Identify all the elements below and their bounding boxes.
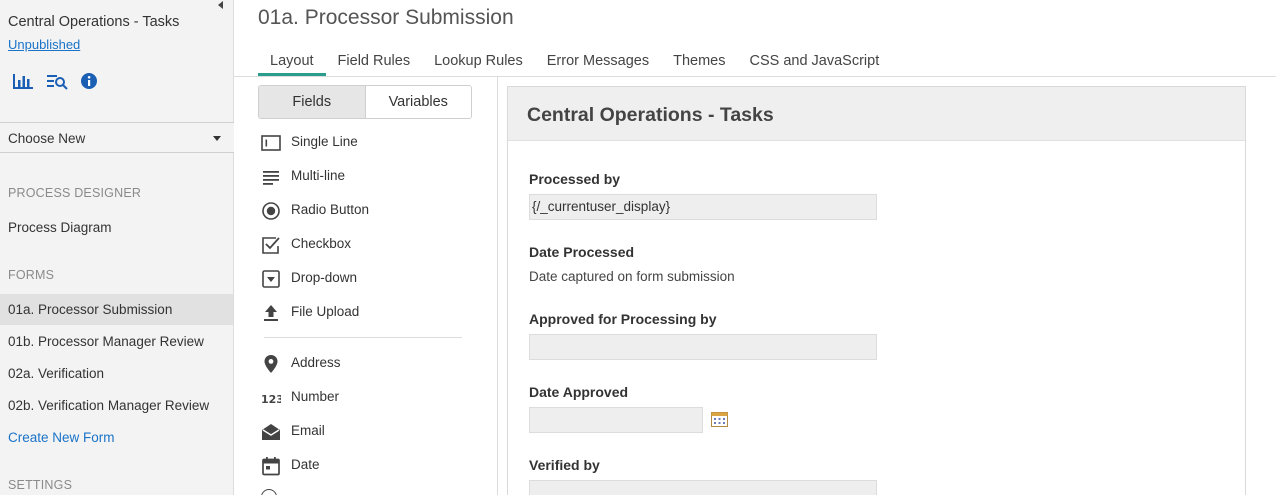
info-icon[interactable] — [80, 72, 102, 90]
tab-error-messages[interactable]: Error Messages — [535, 44, 661, 76]
tab-themes[interactable]: Themes — [661, 44, 737, 76]
processed-by-input[interactable]: {/_currentuser_display} — [529, 194, 877, 220]
svg-text:123: 123 — [261, 393, 281, 406]
palette-item-date[interactable]: Date — [258, 453, 468, 479]
palette-item-radio-button[interactable]: Radio Button — [258, 198, 468, 224]
sidebar-item-form-02b[interactable]: 02b. Verification Manager Review — [0, 390, 233, 421]
fields-toggle-button[interactable]: Fields — [259, 86, 365, 118]
calendar-icon — [261, 456, 281, 476]
palette-divider-vertical — [497, 77, 498, 495]
palette-item-label: Multi-line — [291, 168, 346, 183]
tab-css-javascript[interactable]: CSS and JavaScript — [737, 44, 891, 76]
tab-bar: Layout Field Rules Lookup Rules Error Me… — [258, 44, 891, 76]
checkbox-icon — [261, 235, 281, 255]
dropdown-icon — [261, 269, 281, 289]
approved-by-input[interactable] — [529, 334, 877, 360]
section-process-designer: PROCESS DESIGNER — [8, 186, 142, 200]
calendar-picker-icon[interactable] — [711, 411, 728, 427]
palette-item-label: Date — [291, 457, 320, 472]
sidebar-toolbar — [12, 72, 102, 90]
search-list-icon[interactable] — [46, 72, 68, 90]
variables-toggle-button[interactable]: Variables — [364, 86, 471, 118]
sidebar-item-process-diagram[interactable]: Process Diagram — [0, 212, 233, 243]
palette-divider — [264, 337, 462, 338]
section-forms: FORMS — [8, 268, 55, 282]
palette-item-address[interactable]: Address — [258, 351, 468, 377]
app-title: Central Operations - Tasks — [8, 14, 180, 30]
sidebar-item-form-01a[interactable]: 01a. Processor Submission — [0, 294, 233, 325]
form-header[interactable]: Central Operations - Tasks — [508, 87, 1245, 141]
date-approved-input[interactable] — [529, 407, 703, 433]
palette-item-label: Email — [291, 423, 325, 438]
field-label-processed-by: Processed by — [529, 171, 621, 187]
tab-lookup-rules[interactable]: Lookup Rules — [422, 44, 535, 76]
palette-item-checkbox[interactable]: Checkbox — [258, 232, 468, 258]
bar-chart-icon[interactable] — [12, 72, 34, 90]
map-pin-icon — [261, 354, 281, 374]
palette-item-label: Radio Button — [291, 202, 370, 217]
field-label-verified-by: Verified by — [529, 457, 600, 473]
palette-item-label: Drop-down — [291, 270, 358, 285]
sidebar: Central Operations - Tasks Unpublished C… — [0, 0, 234, 495]
tab-layout[interactable]: Layout — [258, 44, 326, 76]
palette-item-multi-line[interactable]: Multi-line — [258, 164, 468, 190]
single-line-icon — [261, 133, 281, 153]
palette-item-label: Address — [291, 355, 341, 370]
choose-new-label: Choose New — [8, 131, 86, 146]
radio-button-icon — [261, 201, 281, 221]
fields-variables-toggle: Fields Variables — [258, 85, 472, 119]
email-icon — [261, 422, 281, 442]
chevron-down-icon — [213, 136, 221, 141]
form-title: Central Operations - Tasks — [527, 104, 774, 126]
verified-by-input[interactable] — [529, 480, 877, 495]
date-processed-note: Date captured on form submission — [529, 269, 735, 284]
field-label-date-processed: Date Processed — [529, 244, 635, 260]
palette-item-label: Single Line — [291, 134, 358, 149]
field-label-approved-by: Approved for Processing by — [529, 311, 717, 327]
form-canvas: Central Operations - Tasks Processed by … — [507, 86, 1246, 495]
palette-item-partial-icon — [261, 489, 277, 495]
number-icon: 123 — [261, 388, 284, 408]
palette-item-number[interactable]: 123 Number — [258, 385, 468, 411]
choose-new-dropdown[interactable]: Choose New — [0, 122, 234, 153]
multi-line-icon — [261, 167, 281, 187]
palette-item-label: Number — [291, 389, 340, 404]
collapse-sidebar-icon[interactable] — [218, 1, 223, 9]
palette-item-dropdown[interactable]: Drop-down — [258, 266, 468, 292]
tab-field-rules[interactable]: Field Rules — [326, 44, 423, 76]
palette-item-single-line[interactable]: Single Line — [258, 130, 468, 156]
section-settings: SETTINGS — [8, 478, 73, 492]
tab-divider — [234, 76, 1276, 77]
upload-icon — [261, 303, 281, 323]
palette-item-label: Checkbox — [291, 236, 352, 251]
sidebar-item-form-01b[interactable]: 01b. Processor Manager Review — [0, 326, 233, 357]
field-label-date-approved: Date Approved — [529, 384, 629, 400]
palette-item-label: File Upload — [291, 304, 360, 319]
page-title: 01a. Processor Submission — [258, 6, 514, 29]
palette-item-file-upload[interactable]: File Upload — [258, 300, 468, 326]
publish-status-link[interactable]: Unpublished — [8, 37, 80, 52]
create-new-form-link[interactable]: Create New Form — [0, 422, 233, 453]
palette-item-email[interactable]: Email — [258, 419, 468, 445]
sidebar-item-form-02a[interactable]: 02a. Verification — [0, 358, 233, 389]
